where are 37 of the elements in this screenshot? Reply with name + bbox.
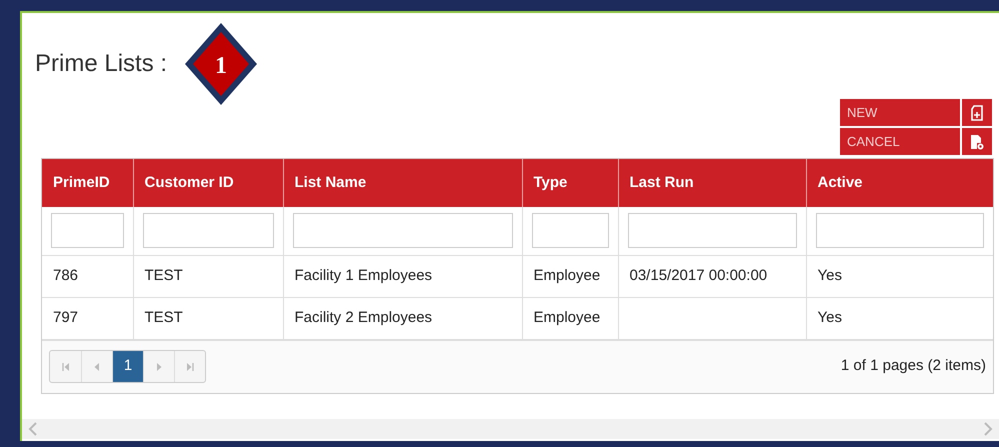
filter-field[interactable]: [628, 213, 796, 248]
table-cell: 786: [53, 266, 78, 284]
table-cell: Yes: [818, 308, 842, 326]
document-gear-icon[interactable]: [970, 134, 984, 150]
column-header[interactable]: List Name: [283, 159, 522, 207]
table-cell: 797: [53, 308, 78, 326]
filter-field[interactable]: [816, 213, 984, 248]
table-cell: Yes: [818, 266, 842, 284]
page-summary: 1 of 1 pages (2 items): [840, 356, 986, 376]
filter-field[interactable]: [142, 213, 274, 248]
table-cell: 03/15/2017 00:00:00: [630, 266, 768, 284]
column-header[interactable]: Customer ID: [133, 159, 283, 207]
action-button[interactable]: CANCEL: [840, 128, 960, 155]
action-button[interactable]: NEW: [840, 99, 960, 126]
page-button[interactable]: 1: [112, 351, 143, 382]
table-cell: Employee: [534, 308, 600, 326]
page-title: Prime Lists :: [35, 49, 168, 79]
table-cell: Employee: [534, 266, 600, 284]
table-cell: Facility 2 Employees: [294, 308, 432, 326]
table-cell: TEST: [144, 308, 183, 326]
filter-field[interactable]: [51, 213, 124, 248]
step-badge: 1: [183, 21, 260, 107]
table-cell: Facility 1 Employees: [294, 266, 432, 284]
first-page-icon: [60, 360, 70, 372]
new-document-icon[interactable]: [970, 104, 984, 120]
scroll-right-icon[interactable]: [983, 422, 993, 436]
table-cell: TEST: [144, 266, 183, 284]
scroll-left-icon[interactable]: [28, 422, 38, 436]
column-header[interactable]: Type: [522, 159, 618, 207]
column-header[interactable]: Active: [806, 159, 993, 207]
next-page-icon: [154, 360, 164, 372]
column-header[interactable]: Last Run: [618, 159, 806, 207]
filter-field[interactable]: [292, 213, 512, 248]
column-header[interactable]: PrimeID: [42, 159, 133, 207]
filter-field[interactable]: [532, 213, 608, 248]
last-page-icon: [185, 360, 195, 372]
previous-page-icon: [92, 360, 102, 372]
